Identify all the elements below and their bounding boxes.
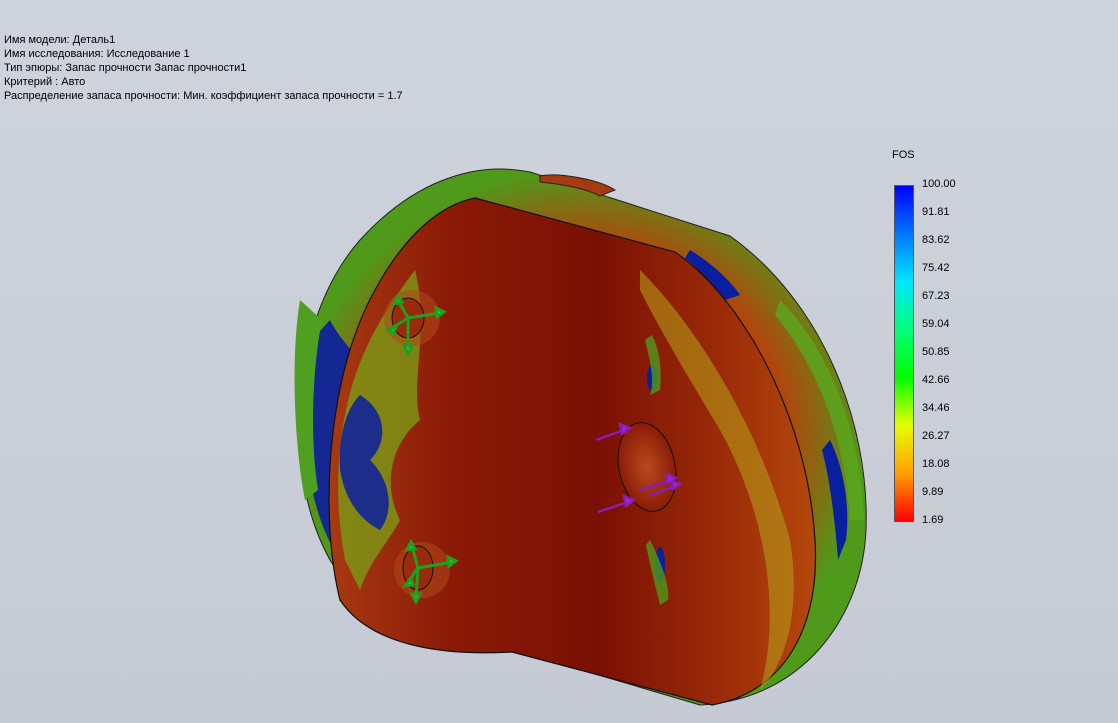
- fos-color-scale: [894, 185, 914, 522]
- legend-tick-label: 67.23: [922, 290, 950, 302]
- legend-tick-label: 83.62: [922, 234, 950, 246]
- lower-mounting-hole[interactable]: [394, 542, 450, 598]
- legend-tick-label: 75.42: [922, 262, 950, 274]
- model-viewport[interactable]: [0, 0, 1118, 723]
- legend-tick-label: 50.85: [922, 346, 950, 358]
- part-body[interactable]: [294, 168, 867, 706]
- legend-tick-label: 42.66: [922, 374, 950, 386]
- legend-title: FOS: [892, 149, 915, 161]
- legend-tick-label: 91.81: [922, 206, 950, 218]
- legend-tick-label: 100.00: [922, 178, 956, 190]
- legend-tick-label: 34.46: [922, 402, 950, 414]
- legend-tick-label: 59.04: [922, 318, 950, 330]
- legend-tick-label: 18.08: [922, 458, 950, 470]
- legend-tick-label: 26.27: [922, 430, 950, 442]
- legend-tick-label: 9.89: [922, 486, 944, 498]
- legend-tick-label: 1.69: [922, 514, 944, 526]
